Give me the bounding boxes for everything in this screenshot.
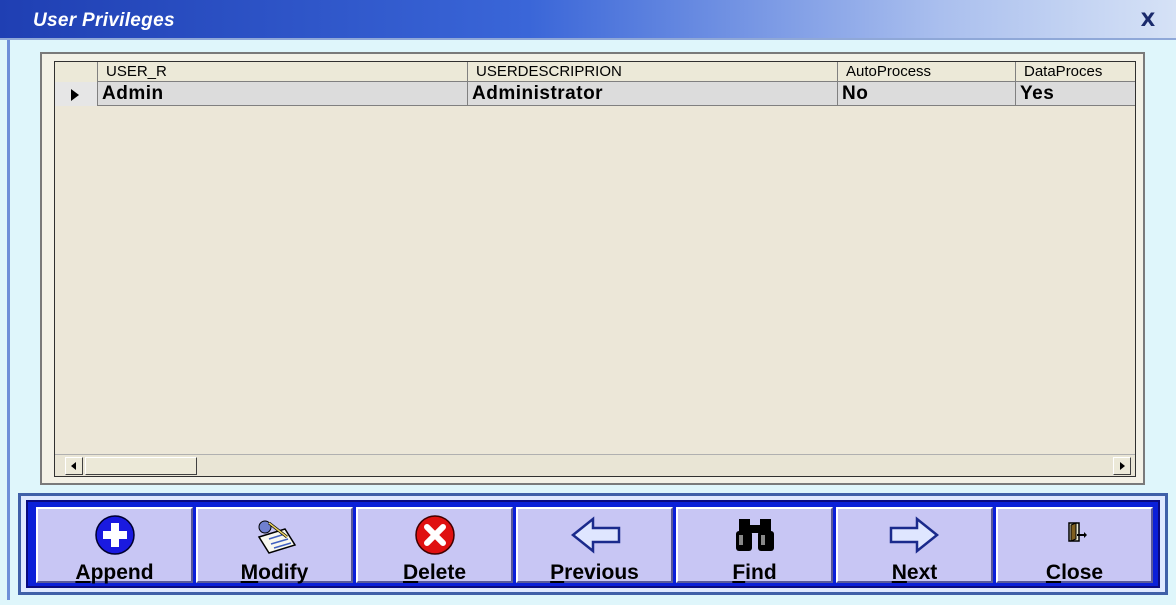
column-header-dataprocess[interactable]: DataProces (1016, 62, 1135, 82)
title-bar: User Privileges X (0, 0, 1176, 40)
previous-button[interactable]: Previous (516, 507, 673, 584)
find-button[interactable]: Find (676, 507, 833, 584)
toolbar-frame: Append Modify Delete Previous Find Next … (18, 493, 1168, 595)
scroll-right-button[interactable] (1113, 457, 1131, 475)
plus-circle-icon (94, 515, 135, 555)
exit-door-icon (1067, 522, 1087, 542)
cell-autoprocess[interactable]: No (838, 82, 1016, 106)
column-header-userdescription[interactable]: USERDESCRIPRION (468, 62, 838, 82)
grid-header: USER_R USERDESCRIPRION AutoProcess DataP… (55, 62, 1135, 82)
cell-user-r[interactable]: Admin (98, 82, 468, 106)
find-label: Find (732, 561, 777, 584)
window-title: User Privileges (33, 10, 175, 31)
binoculars-icon (735, 519, 774, 551)
cell-userdescription[interactable]: Administrator (468, 82, 838, 106)
delete-button[interactable]: Delete (356, 507, 513, 584)
modify-button[interactable]: Modify (196, 507, 353, 584)
append-label: Append (75, 561, 154, 584)
privileges-grid[interactable]: USER_R USERDESCRIPRION AutoProcess DataP… (54, 61, 1136, 477)
chevron-left-icon (71, 462, 76, 470)
previous-label: Previous (550, 561, 639, 584)
table-row[interactable]: Admin Administrator No Yes (55, 82, 1135, 106)
toolbar: Append Modify Delete Previous Find Next … (26, 500, 1160, 588)
row-indicator (55, 82, 98, 106)
close-button[interactable]: Close (996, 507, 1153, 584)
arrow-left-icon (570, 516, 620, 554)
next-button[interactable]: Next (836, 507, 993, 584)
column-header-autoprocess[interactable]: AutoProcess (838, 62, 1016, 82)
delete-label: Delete (402, 561, 467, 584)
scroll-left-button[interactable] (65, 457, 83, 475)
delete-x-icon (414, 515, 455, 555)
current-row-arrow-icon (71, 89, 79, 101)
next-label: Next (891, 561, 938, 584)
append-button[interactable]: Append (36, 507, 193, 584)
close-window-button[interactable]: X (1136, 8, 1160, 32)
close-label: Close (1045, 561, 1104, 584)
chevron-right-icon (1120, 462, 1125, 470)
header-indicator-cell (55, 62, 98, 82)
modify-label: Modify (240, 561, 309, 584)
grid-frame: USER_R USERDESCRIPRION AutoProcess DataP… (40, 52, 1145, 485)
edit-notepad-icon (257, 520, 296, 554)
arrow-right-icon (889, 516, 939, 554)
column-header-user-r[interactable]: USER_R (98, 62, 468, 82)
cell-dataprocess[interactable]: Yes (1016, 82, 1135, 106)
horizontal-scrollbar[interactable] (55, 454, 1135, 476)
scrollbar-thumb[interactable] (85, 457, 197, 475)
window-left-edge (7, 40, 10, 600)
